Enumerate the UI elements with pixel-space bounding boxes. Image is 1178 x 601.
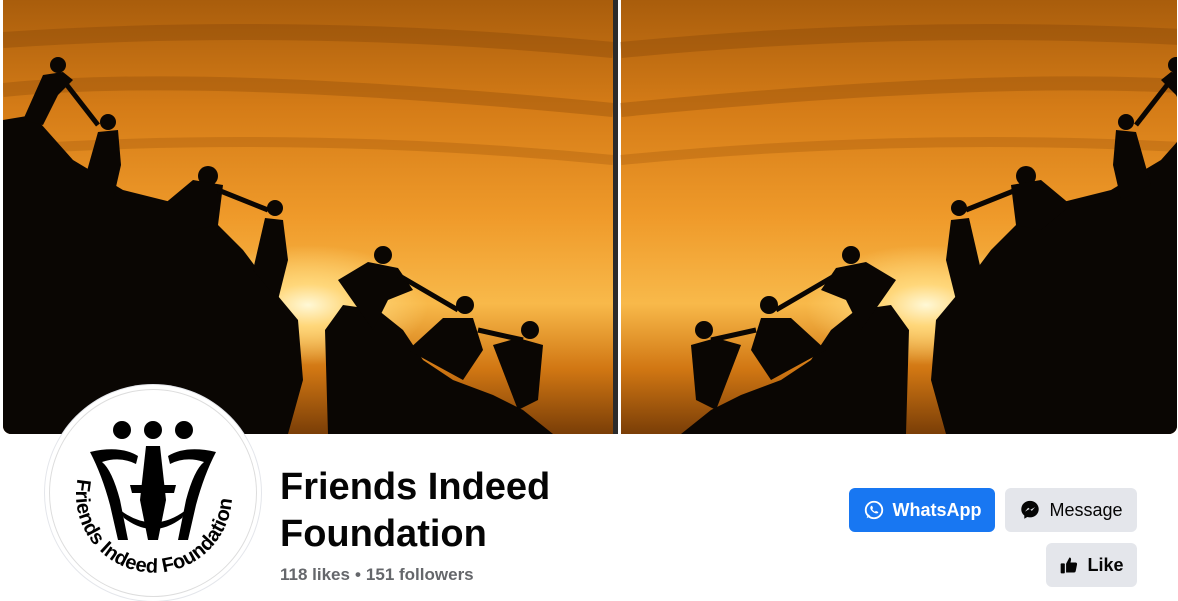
- stats-separator: •: [354, 565, 361, 584]
- thumbs-up-icon: [1059, 555, 1079, 575]
- message-button[interactable]: Message: [1005, 488, 1137, 532]
- like-label: Like: [1087, 554, 1124, 575]
- likes-count[interactable]: 118 likes: [280, 565, 350, 584]
- profile-picture[interactable]: Friends Indeed Foundation: [45, 385, 261, 601]
- whatsapp-button[interactable]: WhatsApp: [849, 488, 995, 532]
- whatsapp-icon: [863, 499, 885, 521]
- message-label: Message: [1049, 499, 1123, 520]
- cover-photo[interactable]: [3, 0, 1177, 434]
- followers-count[interactable]: 151 followers: [366, 565, 474, 584]
- logo-graphic: Friends Indeed Foundation: [71, 421, 237, 578]
- messenger-icon: [1019, 499, 1041, 521]
- cover-photo-image: [3, 0, 1177, 434]
- foundation-logo: Friends Indeed Foundation: [49, 389, 257, 597]
- like-button[interactable]: Like: [1046, 543, 1137, 587]
- whatsapp-label: WhatsApp: [892, 499, 982, 520]
- page-title: Friends Indeed Foundation: [280, 466, 551, 555]
- page-stats: 118 likes • 151 followers: [280, 565, 474, 585]
